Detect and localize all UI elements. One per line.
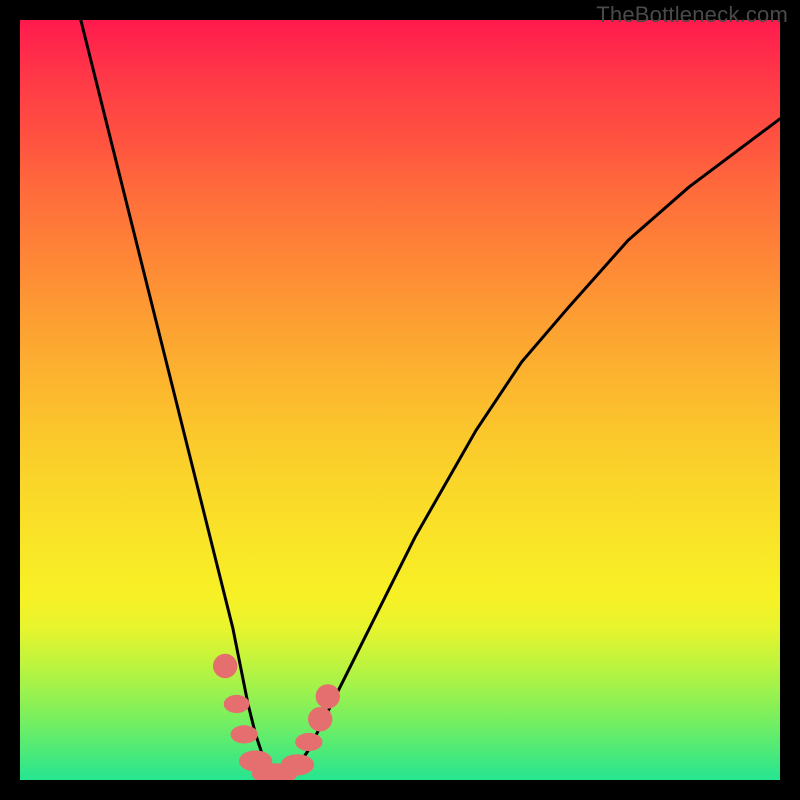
curve-markers [213, 654, 340, 780]
curve-marker [224, 695, 250, 713]
curve-marker [231, 725, 258, 743]
bottleneck-curve-path [81, 20, 780, 780]
bottleneck-curve-svg [20, 20, 780, 780]
chart-gradient-background [20, 20, 780, 780]
curve-marker [308, 707, 332, 731]
curve-marker [295, 733, 322, 751]
curve-marker [281, 754, 314, 775]
watermark-text: TheBottleneck.com [596, 2, 788, 28]
curve-marker [213, 654, 237, 678]
curve-marker [316, 684, 340, 708]
